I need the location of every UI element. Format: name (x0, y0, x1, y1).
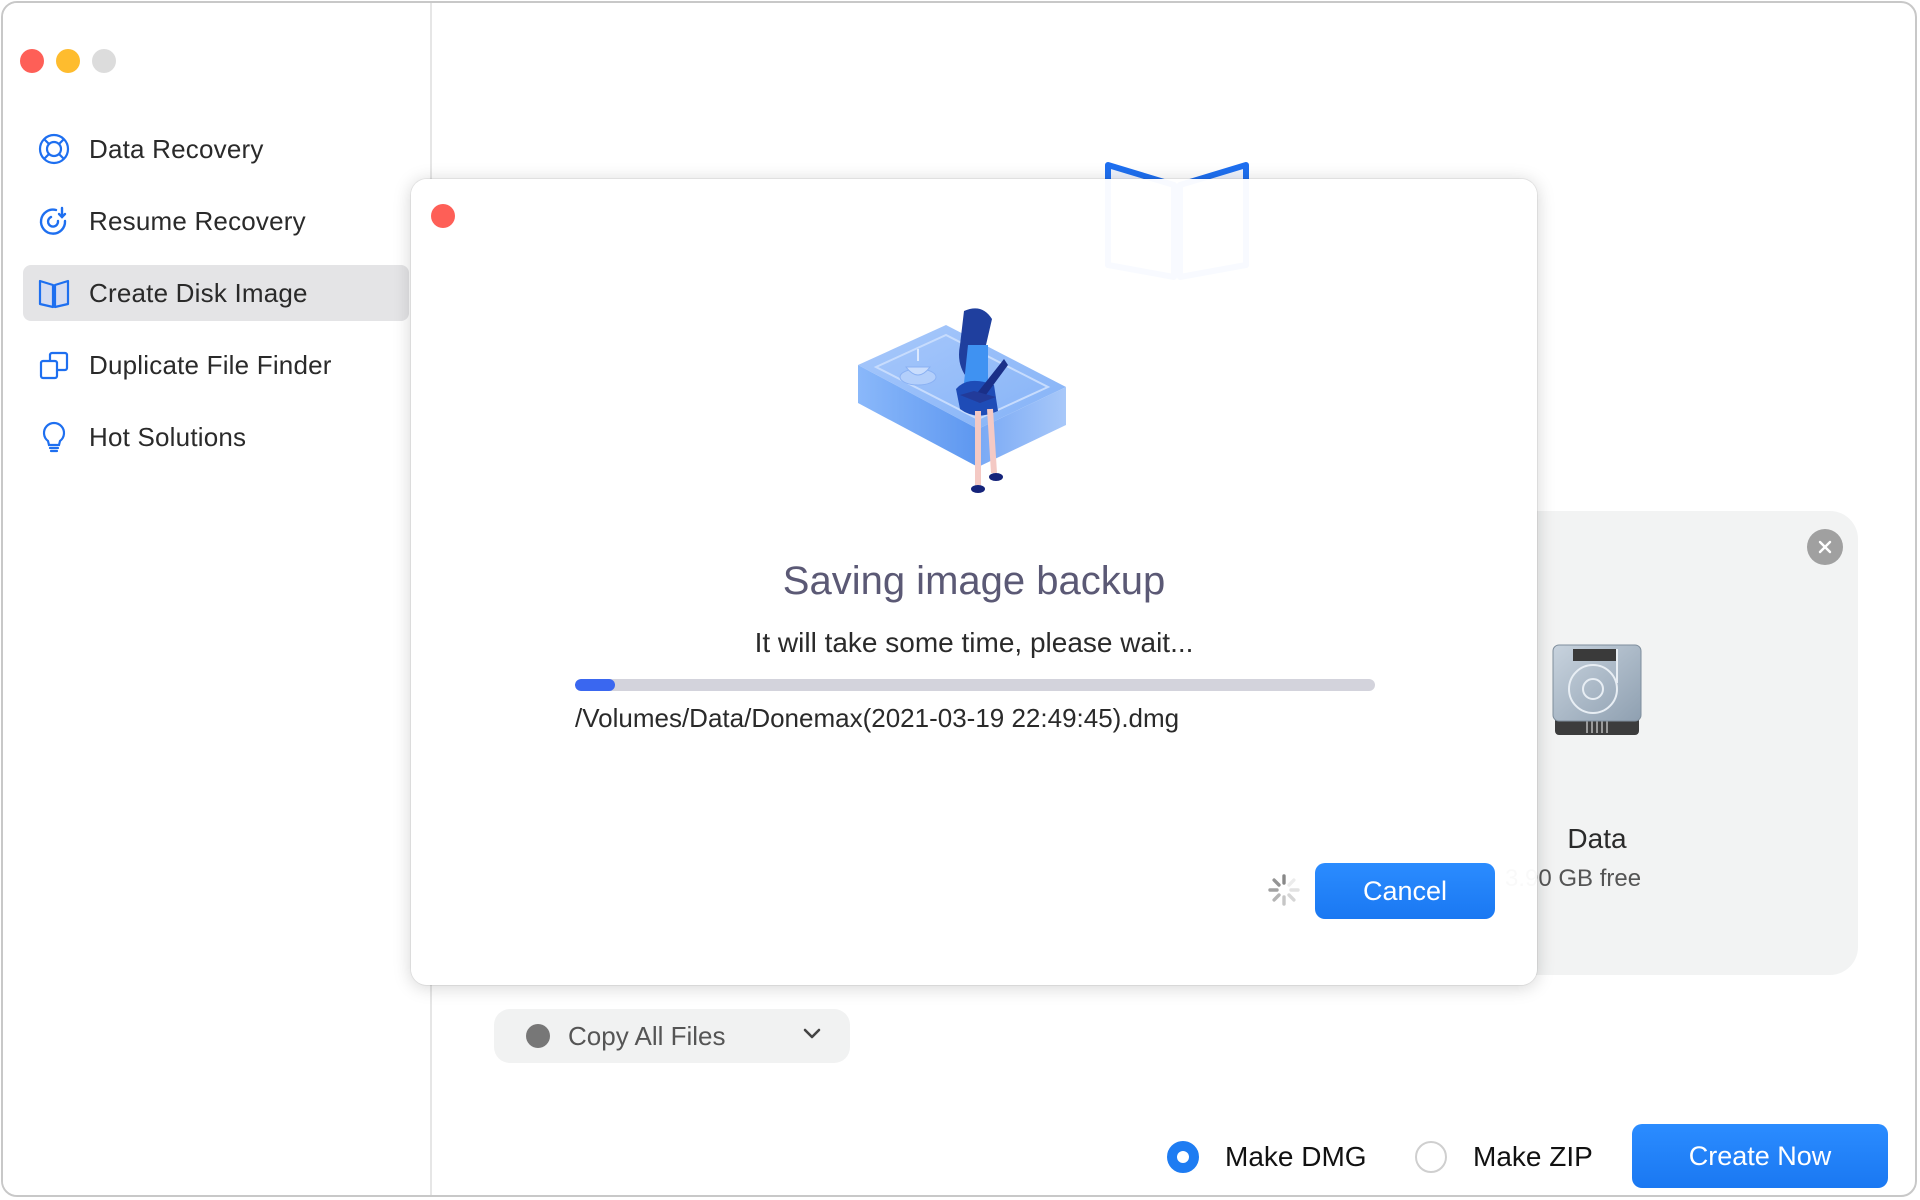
copy-mode-dropdown[interactable]: Copy All Files (494, 1009, 850, 1063)
radio-label: Make ZIP (1473, 1141, 1593, 1172)
sidebar-item-duplicate-file-finder[interactable]: Duplicate File Finder (23, 337, 409, 393)
sidebar-item-hot-solutions[interactable]: Hot Solutions (23, 409, 409, 465)
lightbulb-icon (37, 420, 71, 454)
dialog-close-button[interactable] (431, 204, 455, 228)
radio-label: Make DMG (1225, 1141, 1367, 1172)
cancel-button[interactable]: Cancel (1315, 863, 1495, 919)
dialog-subtitle: It will take some time, please wait... (754, 627, 1194, 658)
saving-illustration (856, 305, 1086, 510)
sidebar-item-create-disk-image[interactable]: Create Disk Image (23, 265, 409, 321)
duplicate-files-icon (37, 348, 71, 382)
hard-drive-icon (1551, 643, 1643, 742)
output-file-path: /Volumes/Data/Donemax(2021-03-19 22:49:4… (575, 703, 1180, 733)
dialog-title: Saving image backup (782, 559, 1166, 603)
lifebuoy-icon (37, 132, 71, 166)
make-zip-radio[interactable]: Make ZIP (1415, 1141, 1593, 1173)
create-now-button[interactable]: Create Now (1632, 1124, 1888, 1188)
sidebar-item-data-recovery[interactable]: Data Recovery (23, 121, 409, 177)
disk-image-icon (37, 276, 71, 310)
radio-unselected-icon (1415, 1141, 1447, 1173)
chevron-down-icon (802, 1027, 822, 1045)
progress-fill (575, 679, 615, 691)
resume-arrow-icon (37, 204, 71, 238)
make-dmg-radio[interactable]: Make DMG (1167, 1141, 1367, 1173)
window-zoom-button[interactable] (92, 49, 116, 73)
sidebar-item-label: Data Recovery (89, 133, 264, 164)
window-minimize-button[interactable] (56, 49, 80, 73)
loading-spinner-icon (1267, 873, 1301, 912)
saving-progress-dialog: Saving image backup It will take some ti… (411, 179, 1537, 985)
radio-selected-icon (1167, 1141, 1199, 1173)
window-close-button[interactable] (20, 49, 44, 73)
app-window: Data Recovery Resume Recovery Create Dis… (1, 1, 1917, 1197)
copy-mode-value: Copy All Files (568, 1020, 726, 1051)
sidebar-item-label: Duplicate File Finder (89, 349, 332, 380)
sidebar-item-label: Resume Recovery (89, 205, 306, 236)
sidebar-nav: Data Recovery Resume Recovery Create Dis… (23, 121, 409, 481)
sidebar: Data Recovery Resume Recovery Create Dis… (3, 3, 432, 1195)
sidebar-item-label: Hot Solutions (89, 421, 247, 452)
save-progress-bar (575, 679, 1375, 691)
sidebar-item-resume-recovery[interactable]: Resume Recovery (23, 193, 409, 249)
drive-card-data[interactable] (1492, 511, 1858, 975)
close-icon[interactable] (1807, 529, 1843, 565)
status-dot-icon (526, 1024, 550, 1048)
sidebar-item-label: Create Disk Image (89, 277, 308, 308)
